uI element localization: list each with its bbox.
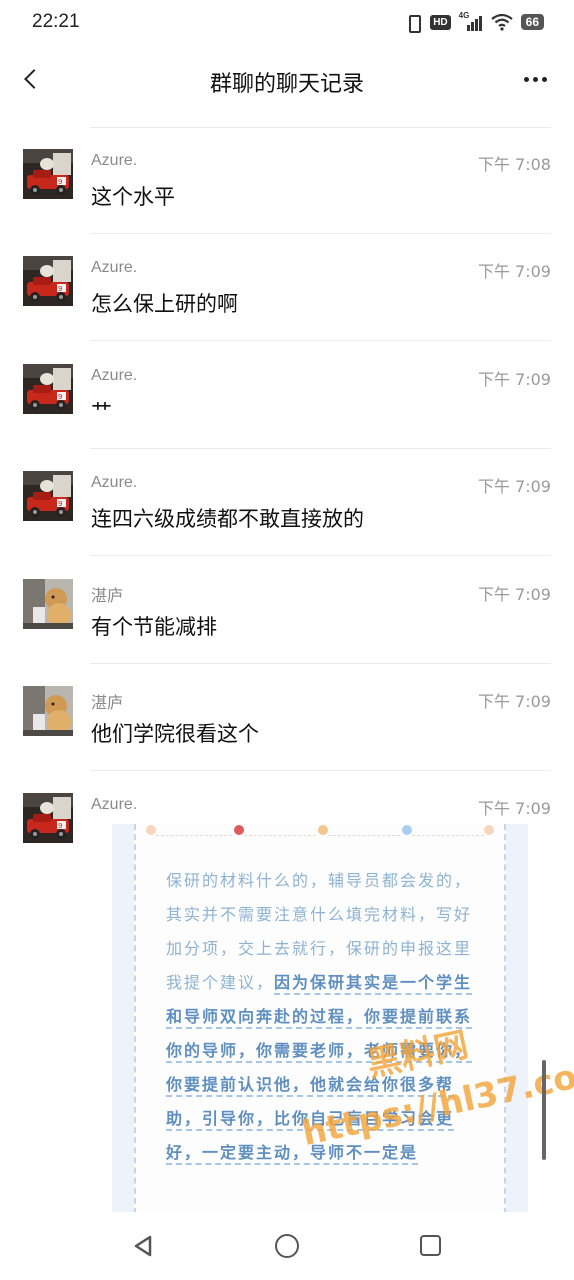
- avatar[interactable]: [23, 579, 73, 629]
- message-row: Azure. 下午 7:09 连四六级成绩都不敢直接放的: [0, 449, 574, 556]
- avatar[interactable]: [23, 793, 73, 843]
- system-nav-bar: [0, 1212, 574, 1280]
- car-toy-avatar-icon: [23, 256, 73, 306]
- hd-icon: HD: [430, 14, 451, 30]
- nav-recents-icon[interactable]: [420, 1235, 441, 1256]
- more-options-button[interactable]: [518, 64, 552, 94]
- more-dot-icon: [532, 76, 538, 82]
- sender-name: Azure.: [91, 474, 138, 491]
- divider: [90, 340, 551, 341]
- message-row: Azure. 下午 7:09 艹: [0, 342, 574, 449]
- message-text[interactable]: 怎么保上研的啊: [91, 288, 238, 318]
- note-text: 保研的材料什么的，辅导员都会发的，其实并不需要注意什么填完材料，写好加分项，交上…: [166, 864, 476, 1170]
- message-row: Azure. 下午 7:08 这个水平: [0, 127, 574, 234]
- message-time: 下午 7:08: [477, 155, 551, 174]
- vibrate-icon: [404, 13, 422, 33]
- avatar[interactable]: [23, 364, 73, 414]
- page-title: 群聊的聊天记录: [209, 72, 364, 97]
- car-toy-avatar-icon: [23, 793, 73, 843]
- note-paper: 保研的材料什么的，辅导员都会发的，其实并不需要注意什么填完材料，写好加分项，交上…: [134, 824, 506, 1224]
- note-emphasis: 因为保研其实是一个学生和导师双向奔赴的过程，你要提前联系你的导师，你需要老师，老…: [166, 973, 473, 1162]
- nav-home-icon[interactable]: [275, 1234, 299, 1258]
- message-row: 湛庐 下午 7:09 他们学院很看这个: [0, 664, 574, 771]
- dog-avatar-icon: [23, 686, 73, 736]
- message-row: Azure. 下午 7:09 怎么保上研的啊: [0, 234, 574, 341]
- message-text[interactable]: 有个节能减排: [91, 611, 217, 641]
- header: 群聊的聊天记录: [0, 44, 574, 116]
- scrollbar[interactable]: [542, 1060, 546, 1160]
- car-toy-avatar-icon: [23, 471, 73, 521]
- sender-name: Azure.: [91, 259, 138, 276]
- message-time: 下午 7:09: [477, 477, 551, 496]
- avatar[interactable]: [23, 149, 73, 199]
- status-time: 22:21: [32, 11, 80, 32]
- car-toy-avatar-icon: [23, 149, 73, 199]
- car-toy-avatar-icon: [23, 364, 73, 414]
- message-text[interactable]: 艹: [91, 396, 112, 426]
- message-time: 下午 7:09: [477, 799, 551, 818]
- status-bar: 22:21 HD 4G 66: [0, 0, 574, 44]
- shared-image[interactable]: 保研的材料什么的，辅导员都会发的，其实并不需要注意什么填完材料，写好加分项，交上…: [112, 824, 528, 1224]
- message-text[interactable]: 连四六级成绩都不敢直接放的: [91, 503, 364, 533]
- sender-name: 湛庐: [91, 588, 124, 605]
- network-label: 4G: [458, 11, 470, 20]
- image-message: Azure. 下午 7:09 保研的材料什么的，辅导员都会发的，其实并不需要注意…: [0, 771, 574, 1224]
- status-icons: HD 4G 66: [404, 11, 544, 33]
- dog-avatar-icon: [23, 579, 73, 629]
- sender-name: Azure.: [91, 796, 138, 813]
- message-text[interactable]: 这个水平: [91, 181, 175, 211]
- avatar[interactable]: [23, 686, 73, 736]
- more-dot-icon: [541, 76, 547, 82]
- message-text[interactable]: 他们学院很看这个: [91, 718, 259, 748]
- message-time: 下午 7:09: [477, 262, 551, 281]
- nav-back-icon[interactable]: [131, 1234, 155, 1258]
- signal-icon: 4G: [458, 11, 483, 31]
- divider: [90, 555, 551, 556]
- avatar[interactable]: [23, 471, 73, 521]
- message-row: 湛庐 下午 7:09 有个节能减排: [0, 557, 574, 664]
- sender-name: 湛庐: [91, 695, 124, 712]
- sender-name: Azure.: [91, 152, 138, 169]
- battery-icon: 66: [520, 14, 544, 30]
- message-time: 下午 7:09: [477, 370, 551, 389]
- message-time: 下午 7:09: [477, 585, 551, 604]
- sender-name: Azure.: [91, 367, 138, 384]
- message-time: 下午 7:09: [477, 692, 551, 711]
- wifi-icon: [490, 13, 513, 31]
- more-dot-icon: [523, 76, 529, 82]
- avatar[interactable]: [23, 256, 73, 306]
- decorative-dots: [146, 824, 494, 838]
